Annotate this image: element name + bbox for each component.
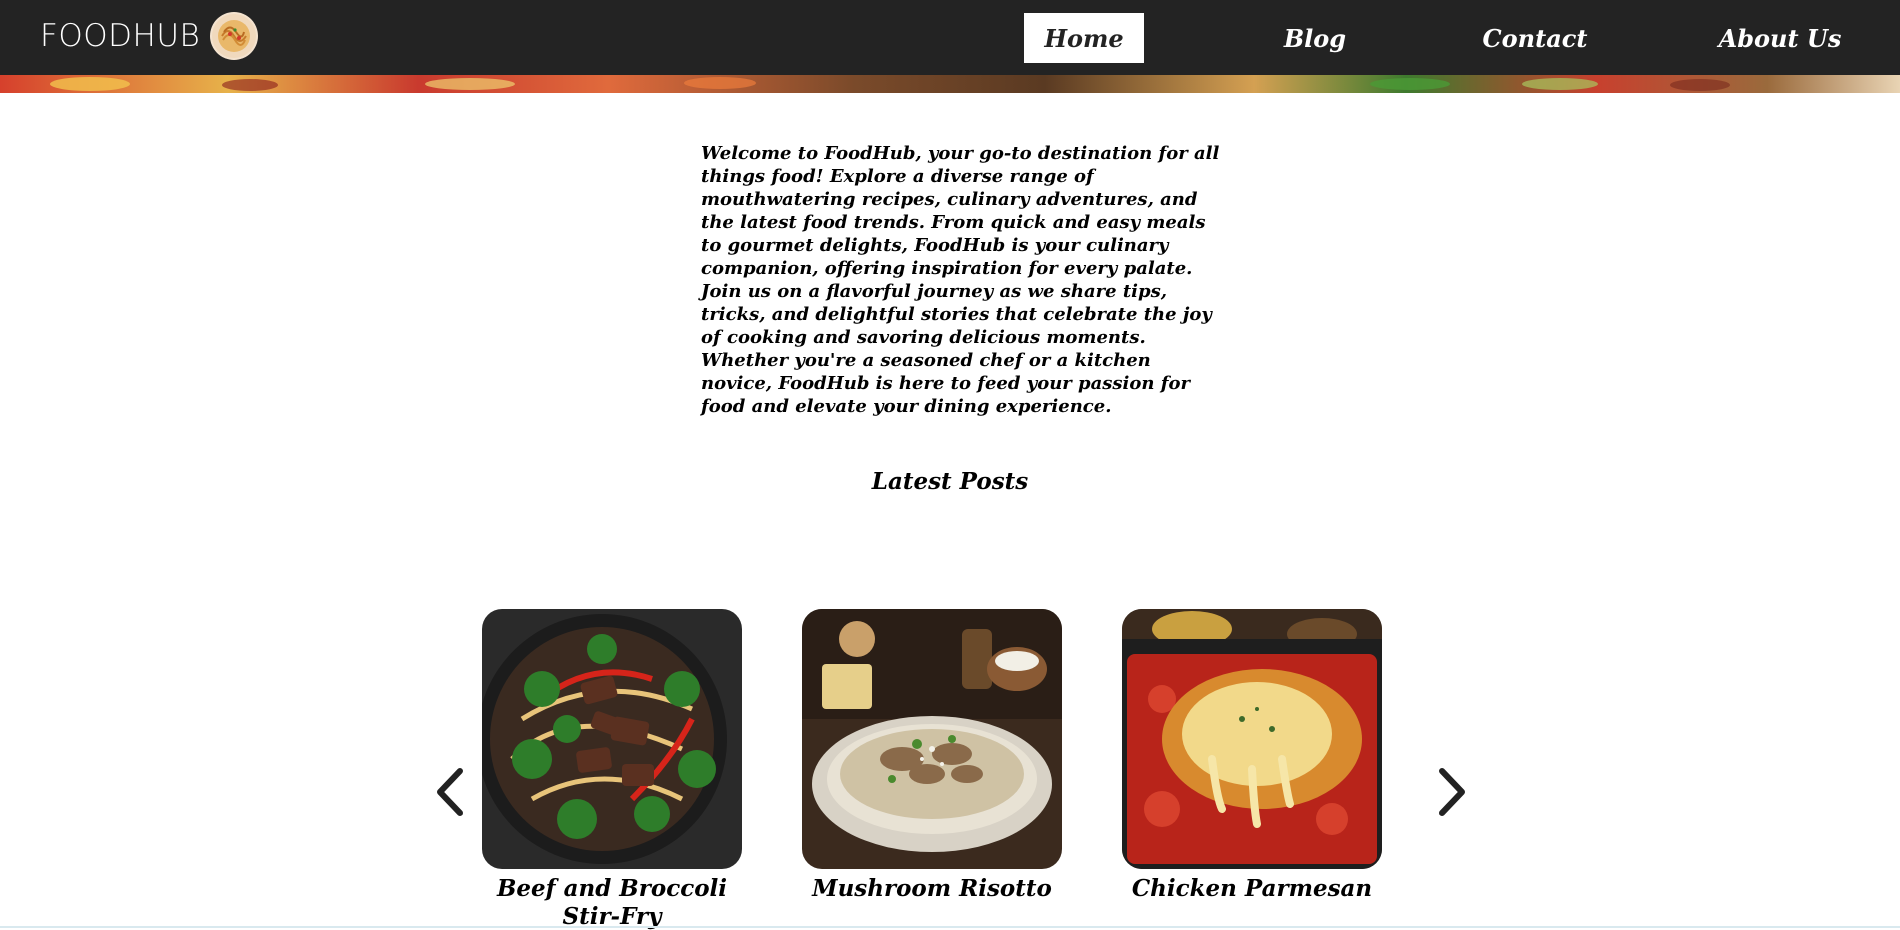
food-banner-strip [0, 75, 1900, 93]
nav-home[interactable]: Home [1024, 13, 1144, 63]
post-title[interactable]: Beef and Broccoli Stir-Fry [482, 875, 742, 930]
mushroom-risotto-image[interactable] [802, 609, 1062, 869]
pasta-plate-icon [210, 12, 259, 60]
beef-broccoli-image[interactable] [482, 609, 742, 869]
nav-contact[interactable]: Contact [1470, 13, 1600, 63]
chicken-parmesan-image[interactable] [1122, 609, 1382, 869]
intro-paragraph: Welcome to FoodHub, your go-to destinati… [701, 143, 1220, 417]
post-card[interactable]: Beef and Broccoli Stir-Fry [482, 609, 742, 930]
latest-posts-heading: Latest Posts [871, 468, 1029, 495]
post-title[interactable]: Chicken Parmesan [1122, 875, 1382, 903]
post-card[interactable]: Chicken Parmesan [1122, 609, 1382, 903]
brand-logo[interactable]: FOODHUB [40, 10, 259, 62]
post-title[interactable]: Mushroom Risotto [802, 875, 1062, 903]
chevron-left-icon[interactable] [432, 765, 472, 819]
page-bottom-divider [0, 926, 1900, 928]
chevron-right-icon[interactable] [1430, 765, 1470, 819]
nav-blog[interactable]: Blog [1260, 13, 1370, 63]
top-navbar: FOODHUB Home Blog Contact About Us [0, 0, 1900, 75]
brand-name: FOODHUB [40, 18, 201, 54]
nav-about-us[interactable]: About Us [1700, 13, 1860, 63]
post-card[interactable]: Mushroom Risotto [802, 609, 1062, 903]
